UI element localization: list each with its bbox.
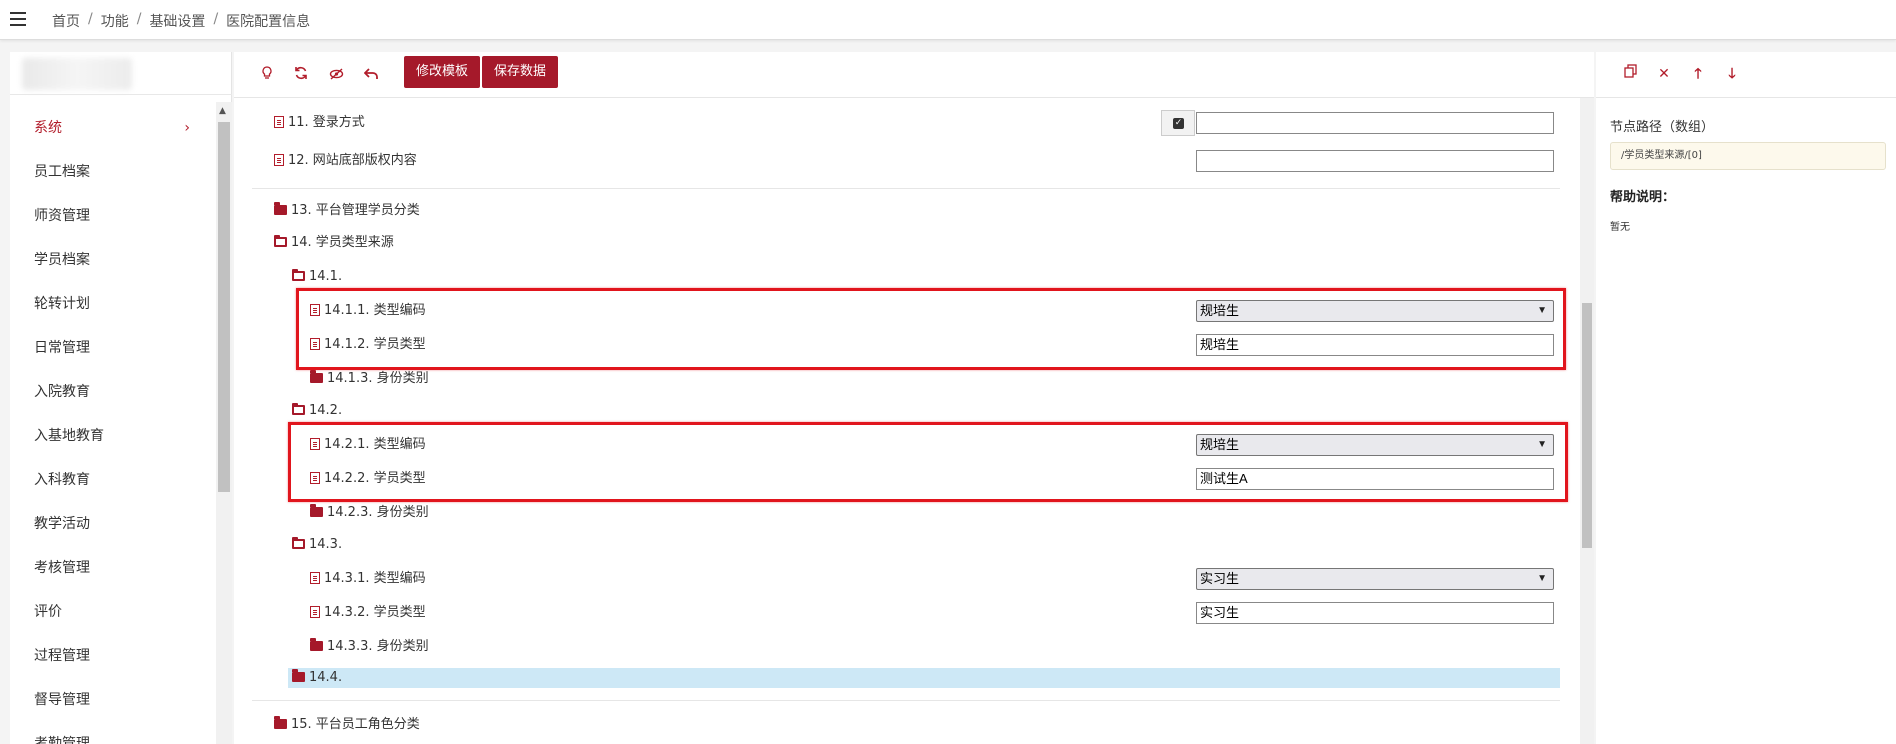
sidebar-item-system[interactable]: 系统 › [10, 106, 216, 150]
file-icon [274, 154, 284, 166]
chevron-right-icon: › [184, 120, 190, 136]
folder-icon [292, 669, 305, 682]
help-label: 帮助说明： [1610, 190, 1676, 205]
sidebar-nav: 系统 › 员工档案 师资管理 学员档案 轮转计划 日常管理 入院教育 入基地教育 … [10, 106, 216, 744]
save-data-button[interactable]: 保存数据 [482, 56, 559, 88]
tree-node-14-3[interactable]: 14.3. [292, 532, 342, 558]
chevron-down-icon: ▼ [1537, 573, 1547, 584]
tree-node-14-2-3[interactable]: 14.2.3. 身份类别 [310, 500, 429, 526]
student-type-input-14-3[interactable]: 实习生 [1196, 602, 1554, 624]
divider [10, 94, 232, 95]
sidebar-scroll-thumb[interactable] [218, 122, 230, 492]
folder-open-icon [292, 269, 305, 281]
sidebar-item-department-orientation[interactable]: 入科教育 [10, 458, 216, 502]
sidebar-item-daily-management[interactable]: 日常管理 [10, 326, 216, 370]
file-icon [274, 116, 284, 128]
config-tree: 11. 登录方式 ✓ 12. 网站底部版权内容 13. 平台管理学员分类 14.… [234, 98, 1580, 744]
main-toolbar: 修改模板 保存数据 [234, 52, 1594, 98]
divider [252, 188, 1560, 189]
arrow-down-icon[interactable]: 🡓 [1722, 64, 1742, 84]
checkbox-checked-icon[interactable]: ✓ [1173, 118, 1184, 129]
highlight-box-14-2 [288, 422, 1568, 502]
right-panel: ✕ 🡑 🡓 节点路径（数组） /学员类型来源/[0] 帮助说明： 暂无 [1596, 52, 1896, 744]
sidebar-item-rotation-plan[interactable]: 轮转计划 [10, 282, 216, 326]
folder-icon [274, 716, 287, 729]
tree-node-14-2[interactable]: 14.2. [292, 398, 342, 424]
folder-open-icon [274, 235, 287, 247]
breadcrumb-basic-settings[interactable]: 基础设置 [149, 11, 205, 31]
sidebar-item-evaluation[interactable]: 评价 [10, 590, 216, 634]
file-icon [310, 606, 320, 618]
sidebar-item-base-orientation[interactable]: 入基地教育 [10, 414, 216, 458]
help-text: 暂无 [1610, 222, 1630, 233]
logo [22, 58, 132, 90]
folder-icon [310, 370, 323, 383]
breadcrumb-function[interactable]: 功能 [101, 11, 129, 31]
node-toolbar: ✕ 🡑 🡓 [1596, 52, 1896, 98]
sidebar-item-staff-records[interactable]: 员工档案 [10, 150, 216, 194]
sidebar-item-supervision[interactable]: 督导管理 [10, 678, 216, 722]
checkbox-container[interactable]: ✓ [1161, 110, 1195, 136]
sidebar-item-hospital-orientation[interactable]: 入院教育 [10, 370, 216, 414]
tree-node-14-3-3[interactable]: 14.3.3. 身份类别 [310, 634, 429, 660]
sidebar-item-teacher-management[interactable]: 师资管理 [10, 194, 216, 238]
main-panel: 修改模板 保存数据 11. 登录方式 ✓ 12. 网站底部版权内容 13. 平台… [234, 52, 1594, 744]
tree-node-11[interactable]: 11. 登录方式 [274, 110, 365, 136]
copyright-input[interactable] [1196, 150, 1554, 172]
sidebar-item-teaching-activities[interactable]: 教学活动 [10, 502, 216, 546]
node-path-label: 节点路径（数组） [1610, 120, 1715, 135]
sidebar-item-assessment[interactable]: 考核管理 [10, 546, 216, 590]
folder-icon [310, 504, 323, 517]
sidebar-item-student-records[interactable]: 学员档案 [10, 238, 216, 282]
tree-node-13[interactable]: 13. 平台管理学员分类 [274, 198, 420, 224]
top-bar: 首页 / 功能 / 基础设置 / 医院配置信息 [0, 0, 1896, 40]
arrow-up-icon[interactable]: 🡑 [1688, 64, 1708, 84]
folder-open-icon [292, 403, 305, 415]
close-icon[interactable]: ✕ [1654, 64, 1674, 84]
highlight-box-14-1 [296, 288, 1566, 370]
type-code-select-14-3[interactable]: 实习生 ▼ [1196, 568, 1554, 590]
eye-slash-icon[interactable] [325, 64, 347, 86]
sidebar-item-attendance[interactable]: 考勤管理 [10, 722, 216, 744]
main-scrollbar[interactable] [1580, 98, 1594, 744]
copy-icon[interactable] [1620, 64, 1640, 84]
selected-row-highlight [288, 668, 1560, 688]
login-method-input[interactable] [1196, 112, 1554, 134]
tree-node-14-3-2[interactable]: 14.3.2. 学员类型 [310, 600, 426, 626]
node-path-value[interactable]: /学员类型来源/[0] [1610, 142, 1886, 170]
sidebar-scrollbar[interactable]: ▲ [216, 102, 232, 744]
breadcrumb: 首页 / 功能 / 基础设置 / 医院配置信息 [52, 11, 311, 31]
sidebar: 系统 › 员工档案 师资管理 学员档案 轮转计划 日常管理 入院教育 入基地教育 … [10, 52, 232, 744]
file-icon [310, 572, 320, 584]
tree-node-14-4[interactable]: 14.4. [292, 665, 342, 691]
tree-node-14-1[interactable]: 14.1. [292, 264, 342, 290]
breadcrumb-current: 医院配置信息 [226, 14, 311, 30]
folder-icon [310, 638, 323, 651]
tree-node-15[interactable]: 15. 平台员工角色分类 [274, 712, 420, 738]
sidebar-item-process-management[interactable]: 过程管理 [10, 634, 216, 678]
tree-node-14[interactable]: 14. 学员类型来源 [274, 230, 394, 256]
folder-open-icon [292, 537, 305, 549]
undo-icon[interactable] [360, 64, 382, 86]
folder-icon [274, 202, 287, 215]
divider [252, 700, 1560, 701]
edit-template-button[interactable]: 修改模板 [404, 56, 481, 88]
lightbulb-icon[interactable] [256, 64, 278, 86]
scroll-up-icon[interactable]: ▲ [219, 106, 226, 116]
tree-node-12[interactable]: 12. 网站底部版权内容 [274, 148, 417, 174]
menu-icon[interactable] [10, 12, 26, 26]
breadcrumb-home[interactable]: 首页 [52, 11, 80, 31]
main-scroll-thumb[interactable] [1582, 303, 1592, 548]
refresh-icon[interactable] [290, 64, 312, 86]
tree-node-14-3-1[interactable]: 14.3.1. 类型编码 [310, 566, 426, 592]
